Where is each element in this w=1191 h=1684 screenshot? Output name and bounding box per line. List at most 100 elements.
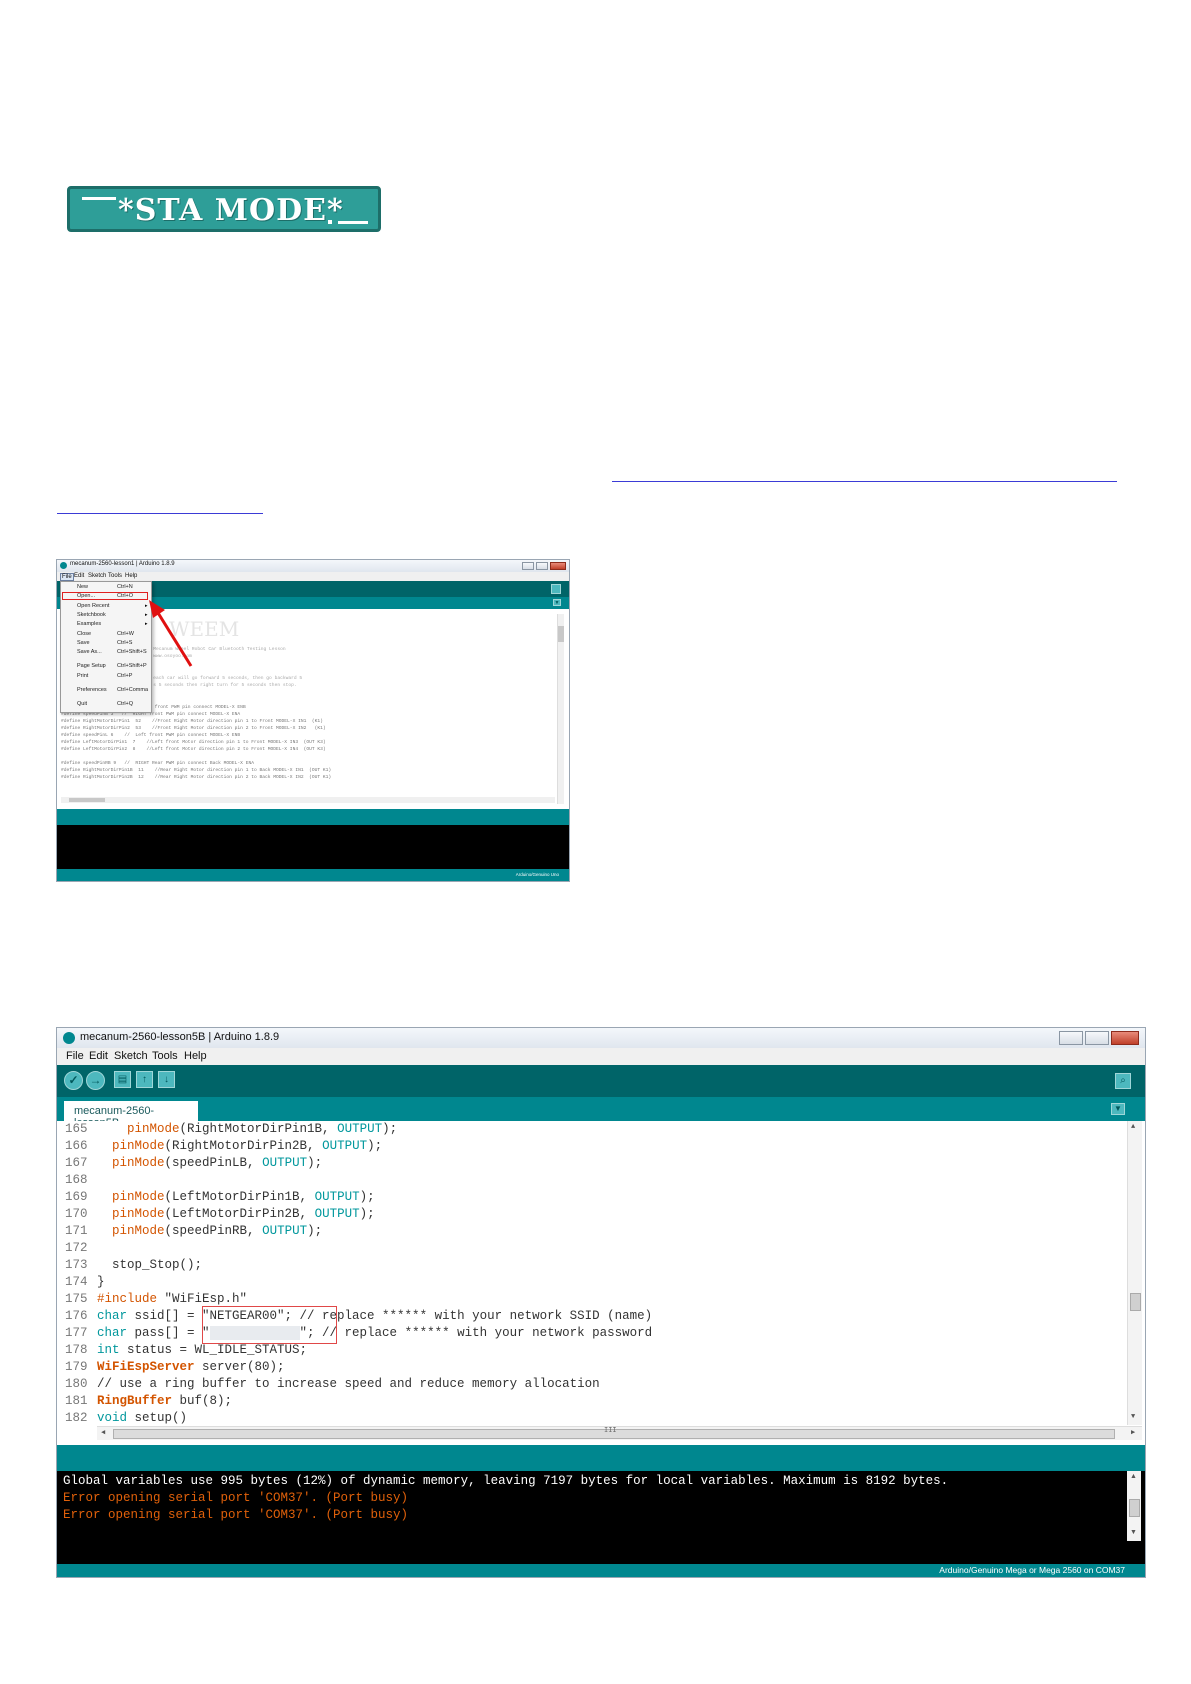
code-text: char pass[] = " "; // replace ****** wit… xyxy=(97,1326,653,1340)
menu-item-open-recent[interactable]: Open Recent xyxy=(77,603,109,609)
arduino-window-lesson1: mecanum-2560-lesson1 | Arduino 1.8.9 Fil… xyxy=(56,559,570,882)
menu-accel-quit: Ctrl+Q xyxy=(117,701,134,707)
code-editor[interactable]: 165 pinMode(RightMotorDirPin1B, OUTPUT);… xyxy=(57,1121,1145,1441)
code-line: #define LeftMotorDirPin2 8 //Left front … xyxy=(61,747,326,752)
link-underline-1[interactable] xyxy=(612,481,1117,482)
console-error-line: Error opening serial port 'COM37'. (Port… xyxy=(63,1508,409,1522)
line-number: 175 xyxy=(65,1292,88,1306)
menu-tools[interactable]: Tools xyxy=(152,1050,178,1062)
horizontal-scroll-thumb[interactable]: III xyxy=(113,1427,1115,1439)
menu-item-print[interactable]: Print xyxy=(77,673,88,679)
code-text: WiFiEspServer server(80); xyxy=(97,1360,285,1374)
console-scroll-thumb[interactable] xyxy=(1129,1499,1140,1517)
minimize-button[interactable] xyxy=(1059,1031,1083,1045)
horizontal-scrollbar[interactable] xyxy=(61,797,555,803)
code-text: pinMode(speedPinLB, OUTPUT); xyxy=(112,1156,323,1170)
scroll-left-arrow-icon[interactable]: ◀ xyxy=(101,1428,105,1437)
serial-monitor-magnifier-icon[interactable]: ⌕ xyxy=(1115,1073,1131,1089)
line-number: 171 xyxy=(65,1224,88,1238)
menu-file[interactable]: File xyxy=(60,573,74,581)
banner-dash-right xyxy=(338,221,368,224)
title-bar: mecanum-2560-lesson5B | Arduino 1.8.9 xyxy=(57,1028,1145,1048)
menu-edit[interactable]: Edit xyxy=(89,1050,108,1062)
console-error-line: Error opening serial port 'COM37'. (Port… xyxy=(63,1491,409,1505)
banner-dash-left xyxy=(82,197,116,200)
vertical-scrollbar[interactable] xyxy=(557,614,564,804)
menu-help[interactable]: Help xyxy=(125,573,137,579)
menu-sketch[interactable]: Sketch xyxy=(114,1050,148,1062)
menu-item-open[interactable]: Open... xyxy=(77,593,95,599)
code-text: } xyxy=(97,1275,105,1289)
tab-sketch[interactable]: mecanum-2560-lesson5B xyxy=(64,1101,198,1129)
arduino-logo-icon xyxy=(63,1032,75,1044)
close-button[interactable] xyxy=(1111,1031,1139,1045)
menu-file[interactable]: File xyxy=(66,1050,84,1062)
vertical-scrollbar[interactable]: ▲ ▼ xyxy=(1127,1121,1142,1425)
menu-accel-open: Ctrl+O xyxy=(117,593,134,599)
menu-item-close[interactable]: Close xyxy=(77,631,91,637)
open-up-arrow-icon[interactable]: ↑ xyxy=(136,1071,153,1088)
menu-item-new[interactable]: New xyxy=(77,584,88,590)
line-number: 166 xyxy=(65,1139,88,1153)
code-text: pinMode(RightMotorDirPin2B, OUTPUT); xyxy=(112,1139,383,1153)
line-number: 179 xyxy=(65,1360,88,1374)
maximize-button[interactable] xyxy=(536,562,548,570)
code-text: int status = WL_IDLE_STATUS; xyxy=(97,1343,308,1357)
scroll-down-arrow-icon[interactable]: ▼ xyxy=(1130,1529,1137,1536)
arduino-logo-icon xyxy=(60,562,67,569)
close-button[interactable] xyxy=(550,562,566,570)
menu-help[interactable]: Help xyxy=(184,1050,207,1062)
menu-accel-print: Ctrl+P xyxy=(117,673,133,679)
line-number: 178 xyxy=(65,1343,88,1357)
title-bar: mecanum-2560-lesson1 | Arduino 1.8.9 xyxy=(57,560,569,572)
tab-menu-chevron-icon[interactable]: ▼ xyxy=(1111,1103,1125,1115)
line-number: 182 xyxy=(65,1411,88,1425)
console-scrollbar[interactable]: ▲ ▼ xyxy=(1127,1471,1141,1541)
line-number: 172 xyxy=(65,1241,88,1255)
code-text: pinMode(speedPinRB, OUTPUT); xyxy=(112,1224,323,1238)
scroll-right-arrow-icon[interactable]: ▶ xyxy=(1131,1428,1135,1437)
banner-text: *STA MODE* xyxy=(118,193,344,228)
menu-item-save-as[interactable]: Save As... xyxy=(77,649,102,655)
console-line: Global variables use 995 bytes (12%) of … xyxy=(63,1474,949,1488)
menu-item-page-setup[interactable]: Page Setup xyxy=(77,663,106,669)
menu-sketch[interactable]: Sketch xyxy=(88,573,106,579)
save-down-arrow-icon[interactable]: ↓ xyxy=(158,1071,175,1088)
link-underline-2[interactable] xyxy=(57,513,263,514)
serial-monitor-icon[interactable] xyxy=(551,584,561,594)
menu-item-preferences[interactable]: Preferences xyxy=(77,687,107,693)
status-bar: Arduino/Genuino Uno xyxy=(57,869,569,881)
tab-bar: mecanum-2560-lesson5B ▼ xyxy=(57,1097,1145,1129)
line-number: 168 xyxy=(65,1173,88,1187)
horizontal-scrollbar[interactable]: ◀ III ▶ xyxy=(97,1426,1142,1440)
line-number: 174 xyxy=(65,1275,88,1289)
open-highlight-box xyxy=(62,592,148,600)
line-number: 167 xyxy=(65,1156,88,1170)
menu-item-examples[interactable]: Examples xyxy=(77,621,101,627)
scroll-down-arrow-icon[interactable]: ▼ xyxy=(1131,1413,1135,1421)
menu-item-sketchbook[interactable]: Sketchbook xyxy=(77,612,106,618)
menu-tools[interactable]: Tools xyxy=(108,573,122,579)
tab-menu-chevron-icon[interactable]: ▼ xyxy=(553,599,561,606)
scroll-grip: III xyxy=(604,1427,617,1435)
vertical-scroll-thumb[interactable] xyxy=(1130,1293,1141,1311)
code-text: stop_Stop(); xyxy=(97,1258,203,1272)
new-file-icon[interactable]: ▤ xyxy=(114,1071,131,1088)
code-text: pinMode(LeftMotorDirPin2B, OUTPUT); xyxy=(112,1207,375,1221)
upload-arrow-icon[interactable]: → xyxy=(86,1071,105,1090)
menu-edit[interactable]: Edit xyxy=(74,573,84,579)
scroll-up-arrow-icon[interactable]: ▲ xyxy=(1130,1473,1137,1480)
maximize-button[interactable] xyxy=(1085,1031,1109,1045)
scroll-up-arrow-icon[interactable]: ▲ xyxy=(1131,1123,1135,1131)
minimize-button[interactable] xyxy=(522,562,534,570)
verify-check-icon[interactable]: ✓ xyxy=(64,1071,83,1090)
menu-accel-new: Ctrl+N xyxy=(117,584,133,590)
credentials-highlight-box xyxy=(202,1306,337,1344)
line-number: 181 xyxy=(65,1394,88,1408)
sta-mode-banner: *STA MODE* xyxy=(67,186,381,232)
menu-item-save[interactable]: Save xyxy=(77,640,90,646)
line-number: 165 xyxy=(65,1122,88,1136)
window-title: mecanum-2560-lesson5B | Arduino 1.8.9 xyxy=(80,1031,280,1043)
line-number: 173 xyxy=(65,1258,88,1272)
menu-item-quit[interactable]: Quit xyxy=(77,701,87,707)
